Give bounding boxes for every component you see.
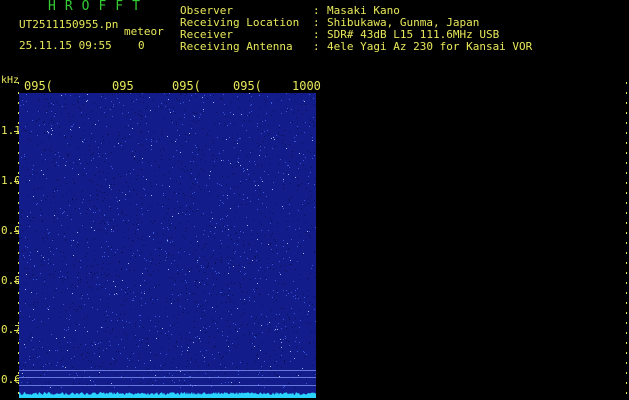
x-tick-label: 1000 — [292, 79, 321, 93]
antenna-value: 4ele Yagi Az 230 for Kansai VOR — [327, 40, 533, 53]
x-tick-label: 095( — [233, 79, 262, 93]
x-tick-label: 095( — [172, 79, 201, 93]
app-title: HROFFT — [48, 0, 149, 14]
antenna-label: Receiving Antenna — [180, 40, 293, 53]
antenna-colon: : — [313, 40, 320, 53]
spectrogram-display — [19, 93, 316, 398]
spectrogram-noise — [19, 93, 316, 398]
x-tick-label: 095( — [24, 79, 53, 93]
filename-label: UT2511150955.pn — [19, 18, 119, 31]
y-axis-unit: kHz — [1, 75, 20, 86]
right-edge-line — [626, 82, 627, 398]
meteor-label: meteor — [124, 25, 164, 38]
x-tick-label: 095 — [112, 79, 134, 93]
datetime-label: 25.11.15 09:55 — [19, 39, 112, 52]
meteor-count: 0 — [138, 39, 145, 52]
